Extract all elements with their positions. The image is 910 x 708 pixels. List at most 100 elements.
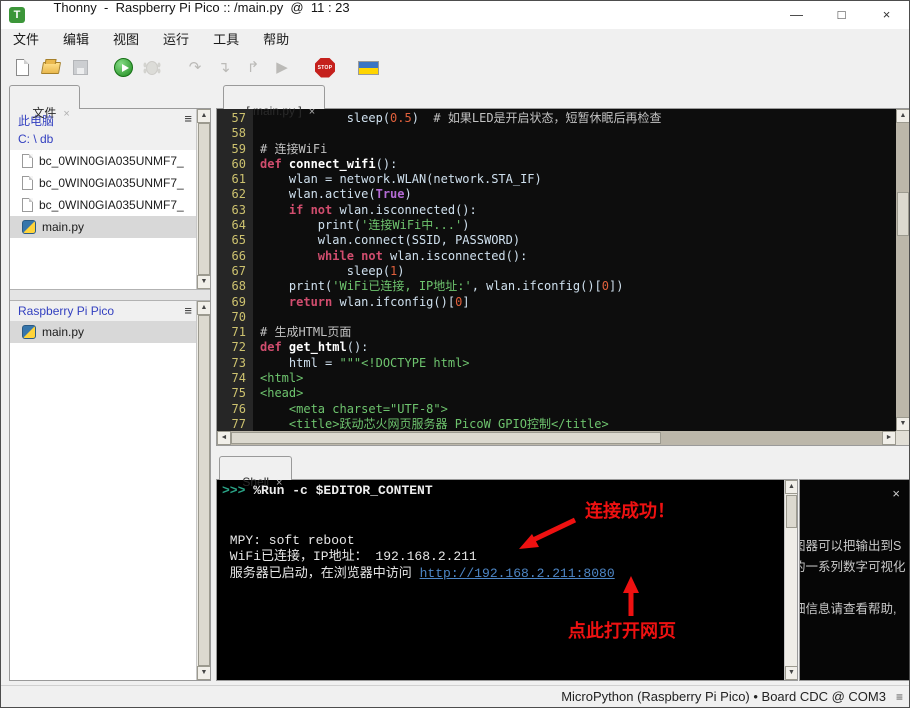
scroll-thumb[interactable] [198, 123, 210, 275]
code-line[interactable]: 60 def connect_wifi(): [217, 157, 896, 172]
tab-main-py-close-icon[interactable]: × [309, 106, 315, 118]
shell-panel[interactable]: >>> %Run -c $EDITOR_CONTENT MPY: soft re… [216, 479, 798, 681]
shell-line: >>> %Run -c $EDITOR_CONTENT [222, 483, 784, 500]
scroll-up-button[interactable]: ▲ [785, 480, 797, 494]
scroll-down-button[interactable]: ▼ [785, 666, 797, 680]
files-scrollbar[interactable]: ▲ ▼ [196, 109, 210, 289]
editor-vscrollbar[interactable]: ▲ ▼ [896, 109, 909, 431]
code-line[interactable]: 61 wlan = network.WLAN(network.STA_IF) [217, 172, 896, 187]
text-segment: wlan = network.WLAN(network.STA_IF) [260, 172, 542, 187]
code-line[interactable]: 71 # 生成HTML页面 [217, 325, 896, 340]
current-path-label[interactable]: C: \ db [10, 132, 210, 150]
line-number: 76 [231, 401, 246, 416]
interpreter-status-label[interactable]: MicroPython (Raspberry Pi Pico) • Board … [561, 689, 886, 704]
file-item[interactable]: bc_0WIN0GIA035UNMF7_ [10, 150, 196, 172]
menu-file[interactable]: 文件 [1, 29, 51, 51]
line-number: 64 [231, 218, 246, 233]
editor-hscrollbar[interactable]: ◄ ► [217, 431, 896, 445]
scroll-up-button[interactable]: ▲ [896, 109, 909, 123]
local-files-section: 此电脑 ≡ C: \ db bc_0WIN0GIA035UNMF7_ bc_0WI… [10, 109, 210, 289]
file-item[interactable]: bc_0WIN0GIA035UNMF7_ [10, 172, 196, 194]
file-item-label: main.py [42, 325, 85, 339]
file-item[interactable]: main.py [10, 216, 196, 238]
tab-files-close-icon[interactable]: × [63, 108, 69, 120]
code-line[interactable]: 75 <head> [217, 386, 896, 401]
text-segment: ) [404, 187, 412, 202]
scroll-up-button[interactable]: ▲ [197, 109, 210, 123]
section-menu-icon[interactable]: ≡ [184, 303, 192, 318]
line-number: 73 [231, 355, 246, 370]
line-number: 59 [231, 141, 246, 156]
ukraine-flag-button[interactable] [357, 56, 379, 80]
code-line-text: def connect_wifi(): [253, 157, 397, 172]
device-files-header[interactable]: Raspberry Pi Pico ≡ [10, 301, 210, 321]
scroll-down-button[interactable]: ▼ [896, 417, 909, 431]
shell-vscrollbar[interactable]: ▲ ▼ [784, 480, 797, 680]
code-line[interactable]: 65 wlan.connect(SSID, PASSWORD) [217, 233, 896, 248]
code-line[interactable]: 72 def get_html(): [217, 340, 896, 355]
menu-help[interactable]: 帮助 [251, 29, 301, 51]
code-line[interactable]: 69 return wlan.ifconfig()[0] [217, 295, 896, 310]
menu-tools[interactable]: 工具 [201, 29, 251, 51]
code-line[interactable]: 64 print('连接WiFi中...') [217, 218, 896, 233]
code-line[interactable]: 58 [217, 126, 896, 141]
stop-restart-button[interactable]: STOP [314, 56, 336, 80]
new-file-button[interactable] [11, 56, 33, 80]
code-line[interactable]: 76 <meta charset="UTF-8"> [217, 402, 896, 417]
minimize-button[interactable]: — [774, 1, 819, 29]
raspberry-pi-pico-label[interactable]: Raspberry Pi Pico [18, 304, 114, 318]
file-item-label: main.py [42, 220, 85, 234]
scroll-left-button[interactable]: ◄ [217, 431, 231, 445]
line-number: 75 [231, 386, 246, 401]
code-line[interactable]: 57 sleep(0.5) # 如果LED是开启状态，短暂休眠后再检查 [217, 111, 896, 126]
code-line[interactable]: 68 print('WiFi已连接, IP地址:', wlan.ifconfig… [217, 279, 896, 294]
text-segment: def [260, 340, 282, 355]
open-file-button[interactable] [40, 56, 62, 80]
code-line[interactable]: 62 wlan.active(True) [217, 187, 896, 202]
files-scrollbar[interactable]: ▲ ▼ [196, 301, 210, 680]
menu-run[interactable]: 运行 [151, 29, 201, 51]
shell-url-link[interactable]: http://192.168.2.211:8080 [420, 566, 615, 581]
shell-output[interactable]: >>> %Run -c $EDITOR_CONTENT MPY: soft re… [217, 480, 784, 680]
code-line[interactable]: 67 sleep(1) [217, 264, 896, 279]
code-area[interactable]: 57 sleep(0.5) # 如果LED是开启状态，短暂休眠后再检查5859 #… [217, 109, 896, 431]
scroll-down-button[interactable]: ▼ [197, 275, 210, 289]
code-line-text: <head> [253, 386, 303, 401]
text-segment: print( [260, 279, 333, 294]
scroll-thumb[interactable] [198, 315, 210, 666]
shell-vscroll-thumb[interactable] [786, 495, 797, 528]
menu-view[interactable]: 视图 [101, 29, 151, 51]
editor-hscroll-thumb[interactable] [231, 432, 661, 444]
code-line[interactable]: 74 <html> [217, 371, 896, 386]
plotter-text-line: 的一系列数字可视化 [799, 560, 906, 574]
run-script-button[interactable] [112, 56, 134, 80]
code-line[interactable]: 73 html = """<!DOCTYPE html> [217, 356, 896, 371]
code-line[interactable]: 70 [217, 310, 896, 325]
shell-line: MPY: soft reboot [222, 533, 784, 550]
code-line[interactable]: 59 # 连接WiFi [217, 142, 896, 157]
code-line[interactable]: 77 <title>跃动芯火网页服务器 PicoW GPIO控制</title> [217, 417, 896, 431]
tab-shell-close-icon[interactable]: × [276, 477, 282, 489]
code-editor[interactable]: 57 sleep(0.5) # 如果LED是开启状态，短暂休眠后再检查5859 #… [216, 108, 909, 446]
menu-edit[interactable]: 编辑 [51, 29, 101, 51]
maximize-button[interactable]: □ [819, 1, 864, 29]
resize-grip-icon[interactable]: ≡ [896, 690, 903, 704]
section-menu-icon[interactable]: ≡ [184, 111, 192, 126]
tab-files[interactable]: 文件 × [9, 85, 80, 120]
plotter-intro-text: 图器可以把输出到S 的一系列数字可视化 细信息请查看帮助, [799, 536, 909, 620]
code-line[interactable]: 63 if not wlan.isconnected(): [217, 203, 896, 218]
tab-main-py[interactable]: [ main.py ] × [223, 85, 326, 118]
editor-vscroll-thumb[interactable] [897, 192, 909, 236]
code-line[interactable]: 66 while not wlan.isconnected(): [217, 249, 896, 264]
scroll-up-button[interactable]: ▲ [197, 301, 210, 315]
code-line-text: wlan = network.WLAN(network.STA_IF) [253, 172, 542, 187]
file-item[interactable]: bc_0WIN0GIA035UNMF7_ [10, 194, 196, 216]
tab-shell[interactable]: Shell × [219, 456, 293, 489]
panel-divider[interactable] [10, 289, 210, 301]
close-button[interactable]: × [864, 1, 909, 29]
scroll-right-button[interactable]: ► [882, 431, 896, 445]
plotter-close-icon[interactable]: × [892, 486, 900, 501]
file-item[interactable]: main.py [10, 321, 196, 343]
scroll-down-button[interactable]: ▼ [197, 666, 210, 680]
file-item-label: bc_0WIN0GIA035UNMF7_ [39, 176, 184, 190]
